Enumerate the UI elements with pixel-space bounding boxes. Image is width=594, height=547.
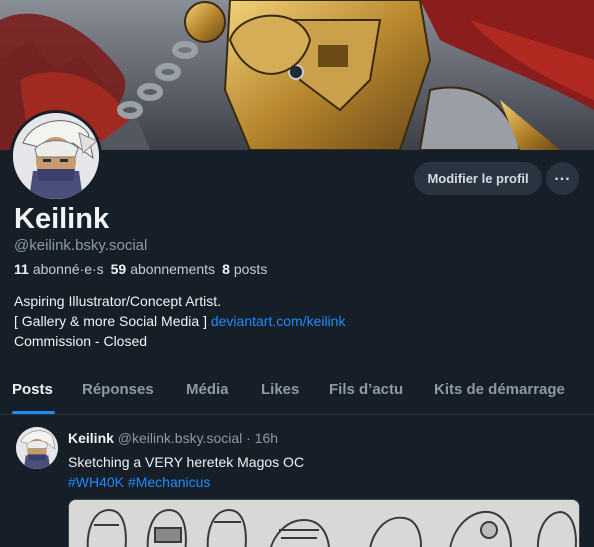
- bio-line-2: [ Gallery & more Social Media ] devianta…: [14, 311, 345, 331]
- tab-media[interactable]: Média: [186, 381, 229, 398]
- post-avatar-image: [16, 427, 58, 469]
- tab-likes[interactable]: Likes: [261, 381, 299, 398]
- post-timestamp[interactable]: 16h: [255, 430, 278, 446]
- avatar-image: [13, 113, 99, 199]
- profile-stats: 11 abonné·e·s 59 abonnements 8 posts: [14, 261, 267, 277]
- profile-tabs: Posts Réponses Média Likes Fils d’actu K…: [0, 368, 594, 415]
- more-options-button[interactable]: ...: [546, 162, 579, 195]
- followers-count: 11: [14, 261, 29, 277]
- following-label: abonnements: [130, 261, 216, 277]
- bio-line-1: Aspiring Illustrator/Concept Artist.: [14, 293, 221, 309]
- active-tab-indicator: [12, 411, 55, 414]
- following-stat[interactable]: 59 abonnements: [111, 261, 215, 277]
- profile-handle: @keilink.bsky.social: [14, 237, 148, 254]
- post-author-name[interactable]: Keilink: [68, 430, 114, 446]
- tab-feeds[interactable]: Fils d’actu: [329, 381, 403, 398]
- tab-starter-packs[interactable]: Kits de démarrage: [434, 381, 565, 398]
- followers-label: abonné·e·s: [32, 261, 104, 277]
- post-hashtags: #WH40K #Mechanicus: [68, 472, 304, 492]
- hashtag-mechanicus[interactable]: #Mechanicus: [128, 474, 211, 490]
- post-text: Sketching a VERY heretek Magos OC: [68, 454, 305, 470]
- post-author-avatar[interactable]: [16, 427, 58, 469]
- posts-count: 8: [222, 261, 230, 277]
- post-separator: ·: [246, 430, 251, 446]
- post-body: Sketching a VERY heretek Magos OC #WH40K…: [68, 452, 304, 492]
- profile-avatar[interactable]: [10, 110, 102, 202]
- tab-replies[interactable]: Réponses: [82, 381, 154, 398]
- posts-label: posts: [233, 261, 268, 277]
- hashtag-wh40k[interactable]: #WH40K: [68, 474, 124, 490]
- ellipsis-horizontal-icon: ...: [554, 166, 571, 184]
- posts-stat: 8 posts: [222, 261, 267, 277]
- tab-posts[interactable]: Posts: [12, 381, 53, 398]
- post-header: Keilink @keilink.bsky.social · 16h: [68, 430, 278, 446]
- edit-profile-button[interactable]: Modifier le profil: [414, 162, 542, 195]
- sketch-image: [69, 500, 579, 547]
- post-image-embed[interactable]: [68, 499, 580, 547]
- bio-deviantart-link[interactable]: deviantart.com/keilink: [211, 313, 346, 329]
- bio-gallery-text: [ Gallery & more Social Media ]: [14, 313, 207, 329]
- post-author-handle[interactable]: @keilink.bsky.social: [118, 430, 242, 446]
- profile-bio: Aspiring Illustrator/Concept Artist. [ G…: [14, 291, 345, 351]
- followers-stat[interactable]: 11 abonné·e·s: [14, 261, 104, 277]
- following-count: 59: [110, 261, 127, 277]
- display-name: Keilink: [14, 203, 110, 235]
- bio-line-3: Commission - Closed: [14, 333, 148, 349]
